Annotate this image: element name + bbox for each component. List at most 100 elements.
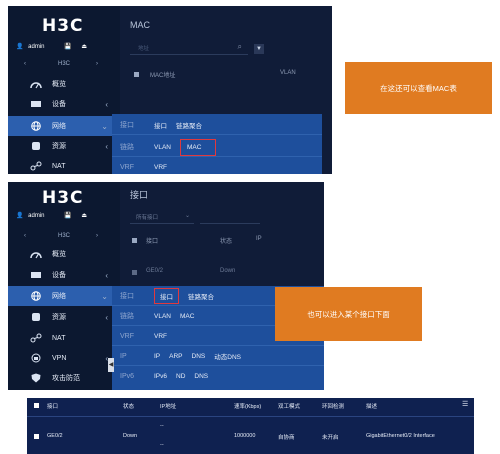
row-checkbox[interactable] xyxy=(34,434,39,439)
menu-item-vlan[interactable]: VLAN xyxy=(154,313,171,320)
chevron-down-icon: ⌄ xyxy=(101,291,108,301)
select-all-checkbox[interactable] xyxy=(132,238,137,243)
column-header-status[interactable]: 状态 xyxy=(220,236,232,245)
column-header-interface[interactable]: 接口 xyxy=(146,236,158,245)
collapse-handle[interactable]: ◀ xyxy=(108,358,114,372)
column-header-loopback[interactable]: 环回检测 xyxy=(322,402,344,410)
nav-item-overview[interactable]: 概览 xyxy=(8,244,120,264)
row-interface-name[interactable]: GE0/2 xyxy=(146,268,163,274)
menu-item-link-aggregation[interactable]: 链路聚合 xyxy=(188,291,214,301)
nav-item-resource[interactable]: 资源 ‹ xyxy=(8,136,120,156)
callout-interface: 也可以进入某个接口下面 xyxy=(275,287,422,341)
save-icon[interactable]: 💾 xyxy=(64,213,71,219)
nav-label: NAT xyxy=(52,334,66,342)
menu-item-interface[interactable]: 接口 xyxy=(154,120,167,130)
menu-category: 链路 xyxy=(120,144,134,151)
username[interactable]: admin xyxy=(28,213,44,219)
nav-item-resource[interactable]: 资源 ‹ xyxy=(8,307,120,327)
shield-icon xyxy=(30,373,42,383)
cell-interface[interactable]: GE0/2 xyxy=(47,433,63,439)
nav-label: 攻击防范 xyxy=(52,375,80,382)
nav-item-network[interactable]: 网络 ⌄ xyxy=(8,286,120,306)
logout-icon[interactable]: ⏏ xyxy=(81,213,87,219)
menu-category: IP xyxy=(120,352,127,360)
column-header-ip[interactable]: IP xyxy=(256,236,262,242)
nav-item-nat[interactable]: NAT xyxy=(8,328,120,348)
nav-label: 资源 xyxy=(52,314,66,321)
save-icon[interactable]: 💾 xyxy=(64,44,71,50)
menu-item-interface[interactable]: 接口 xyxy=(154,288,179,304)
nav-item-device[interactable]: 设备 ‹ xyxy=(8,265,120,285)
menu-item-dns[interactable]: DNS xyxy=(192,353,206,360)
column-header-duplex[interactable]: 双工模式 xyxy=(278,402,300,410)
h3c-logo: H3C xyxy=(42,16,84,36)
filter-button[interactable]: ▼ xyxy=(254,44,264,54)
prev-device-icon[interactable]: ‹ xyxy=(24,233,26,239)
menu-item-vrf[interactable]: VRF xyxy=(154,333,167,340)
column-header-mac[interactable]: MAC地址 xyxy=(150,70,175,79)
nav-item-vpn[interactable]: VPN ‹ xyxy=(8,348,120,368)
column-header-ip[interactable]: IP地址 xyxy=(160,402,176,410)
nav-item-attack-defense[interactable]: 攻击防范 xyxy=(8,368,120,388)
menu-category: IPv6 xyxy=(120,372,135,380)
column-header-interface[interactable]: 接口 xyxy=(47,402,58,410)
select-all-checkbox[interactable] xyxy=(134,72,139,77)
menu-item-mac[interactable]: MAC xyxy=(179,138,217,156)
interface-filter-dropdown[interactable]: 所有接口 ⌄ xyxy=(130,213,194,224)
cell-duplex: 自协商 xyxy=(278,435,295,441)
column-header-speed[interactable]: 速率(Kbps) xyxy=(234,402,261,410)
nav-label: 设备 xyxy=(52,272,66,279)
menu-item-nd[interactable]: ND xyxy=(176,373,185,380)
nav-item-device[interactable]: 设备 ‹ xyxy=(8,94,120,114)
menu-category: 链路 xyxy=(120,313,134,320)
search-icon[interactable]: ⌕ xyxy=(238,42,242,52)
cell-ip-mask: -- xyxy=(160,442,164,448)
nav-item-overview[interactable]: 概览 xyxy=(8,74,120,94)
menu-row-vrf: VRF VRF xyxy=(112,158,322,174)
globe-icon xyxy=(30,121,42,131)
menu-item-ddns[interactable]: 动态DNS xyxy=(214,351,241,361)
menu-item-arp[interactable]: ARP xyxy=(169,353,182,360)
menu-category: 接口 xyxy=(120,293,134,300)
page-title: MAC xyxy=(130,20,150,30)
database-icon xyxy=(30,312,42,322)
nat-icon xyxy=(30,161,42,171)
sidebar: H3C 👤 admin 💾 ⏏ ‹ H3C › 概览 设备 ‹ 网络 ⌄ 资源 … xyxy=(8,182,120,390)
database-icon xyxy=(30,141,42,151)
next-device-icon[interactable]: › xyxy=(96,61,98,67)
device-name: H3C xyxy=(58,61,71,67)
search-placeholder: 地址 xyxy=(138,46,150,52)
cell-speed: 1000000 xyxy=(234,433,256,439)
column-header-vlan[interactable]: VLAN xyxy=(280,70,296,76)
menu-item-vlan[interactable]: VLAN xyxy=(154,144,171,151)
column-settings-icon[interactable]: ☰ xyxy=(462,400,468,408)
row-checkbox[interactable] xyxy=(132,270,137,275)
nat-icon xyxy=(30,333,42,343)
nav-item-network[interactable]: 网络 ⌄ xyxy=(8,116,120,136)
menu-item-ipv6[interactable]: IPv6 xyxy=(154,373,167,380)
logout-icon[interactable]: ⏏ xyxy=(81,44,87,50)
chevron-left-icon: ‹ xyxy=(105,270,108,280)
column-header-status[interactable]: 状态 xyxy=(123,402,134,410)
menu-item-ipv6-dns[interactable]: DNS xyxy=(194,373,208,380)
row-status: Down xyxy=(220,268,236,274)
user-icon: 👤 xyxy=(16,44,24,50)
filter-value: 所有接口 xyxy=(136,215,159,221)
search-input[interactable]: 地址 ⌕ xyxy=(130,42,248,55)
cell-ip: -- xyxy=(160,423,164,429)
nav-item-nat[interactable]: NAT xyxy=(8,156,120,174)
menu-item-link-aggregation[interactable]: 链路聚合 xyxy=(176,120,202,130)
screenshot-interface: H3C 👤 admin 💾 ⏏ ‹ H3C › 概览 设备 ‹ 网络 ⌄ 资源 … xyxy=(8,182,324,390)
column-header-description[interactable]: 描述 xyxy=(366,402,377,410)
menu-item-vrf[interactable]: VRF xyxy=(154,164,167,171)
username[interactable]: admin xyxy=(28,44,44,50)
menu-item-ip[interactable]: IP xyxy=(154,353,160,360)
next-device-icon[interactable]: › xyxy=(96,233,98,239)
menu-category: VRF xyxy=(120,332,134,340)
select-all-checkbox[interactable] xyxy=(34,403,39,408)
user-row: 👤 admin 💾 ⏏ xyxy=(16,43,87,50)
search-input[interactable] xyxy=(200,213,260,224)
menu-item-mac[interactable]: MAC xyxy=(180,313,194,320)
prev-device-icon[interactable]: ‹ xyxy=(24,61,26,67)
menu-category: 接口 xyxy=(120,122,134,129)
